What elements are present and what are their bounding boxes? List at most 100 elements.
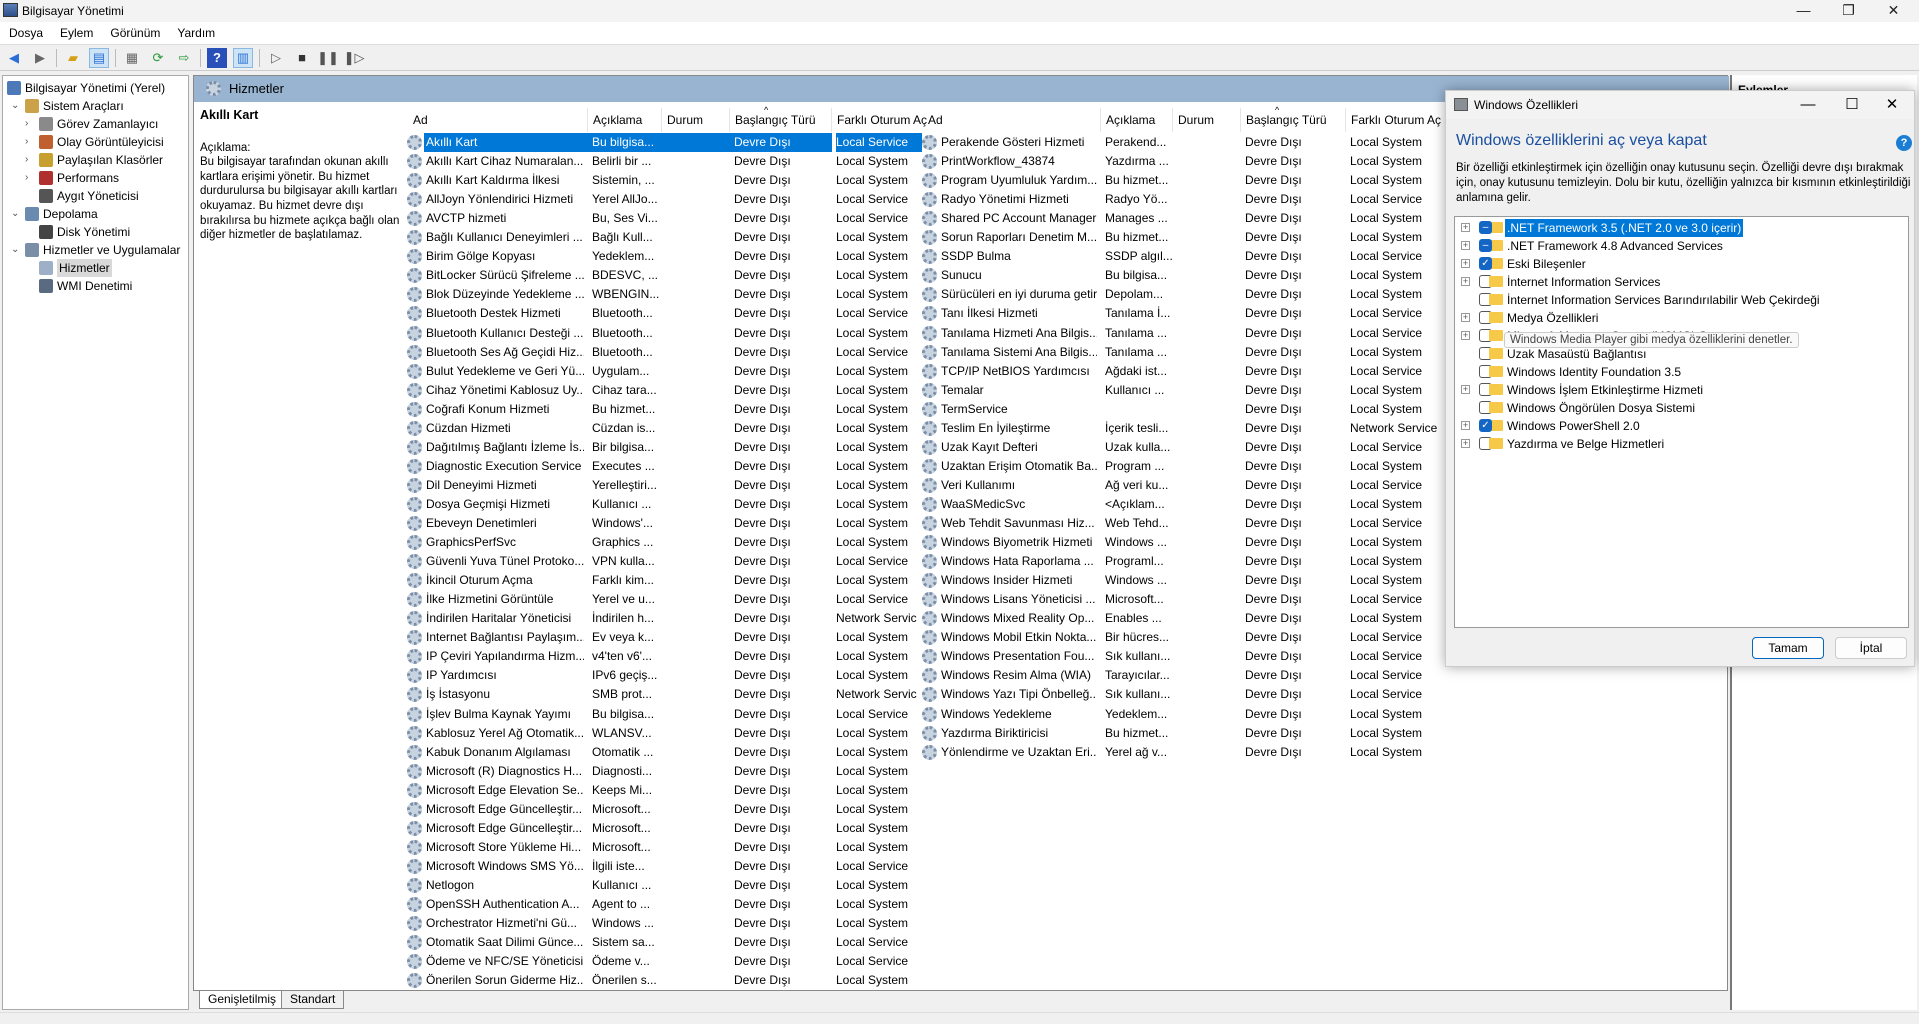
- service-row[interactable]: Netlogon Kullanıcı ... Devre Dışı Local Sys…: [406, 876, 908, 895]
- minimize-button[interactable]: —: [1781, 0, 1826, 22]
- service-row[interactable]: Bluetooth Kullanıcı Desteği ... Bluetooth…: [406, 324, 908, 343]
- service-row[interactable]: Sunucu Bu bilgisa... Devre Dışı Local Syste…: [921, 266, 1422, 285]
- column-header[interactable]: Açıklama: [593, 112, 642, 132]
- properties-icon[interactable]: ▦: [122, 48, 142, 68]
- stop-service-icon[interactable]: ■: [292, 48, 312, 68]
- column-header[interactable]: Durum: [667, 112, 703, 132]
- expand-plus-icon[interactable]: +: [1461, 421, 1470, 430]
- tree-item[interactable]: › Görev Zamanlayıcı: [25, 115, 158, 133]
- service-row[interactable]: Windows Yedekleme Yedeklem... Devre Dışı Lo…: [921, 705, 1422, 724]
- service-row[interactable]: Windows Biyometrik Hizmeti Windows ... Dev…: [921, 533, 1422, 552]
- service-row[interactable]: Yazdırma Biriktiricisi Bu hizmet... Devre …: [921, 724, 1422, 743]
- service-row[interactable]: AllJoyn Yönlendirici Hizmeti Yerel AllJo.…: [406, 190, 908, 209]
- expand-plus-icon[interactable]: +: [1461, 313, 1470, 322]
- service-row[interactable]: Program Uyumluluk Yardım... Bu hizmet... D…: [921, 171, 1422, 190]
- tree-item[interactable]: WMI Denetimi: [25, 277, 132, 295]
- column-header[interactable]: Durum: [1178, 112, 1214, 132]
- service-row[interactable]: Akıllı Kart Kaldırma İlkesi Sistemin, ...…: [406, 171, 908, 190]
- expand-plus-icon[interactable]: +: [1461, 439, 1470, 448]
- feature-checkbox[interactable]: –: [1479, 221, 1492, 234]
- menu-gorunum[interactable]: Görünüm: [110, 26, 160, 40]
- service-row[interactable]: Coğrafi Konum Hizmeti Bu hizmet... Devre D…: [406, 400, 908, 419]
- service-row[interactable]: Cihaz Yönetimi Kablosuz Uy... Cihaz tara.…: [406, 381, 908, 400]
- up-folder-icon[interactable]: ▰: [63, 48, 83, 68]
- close-button[interactable]: ✕: [1871, 0, 1916, 22]
- column-header[interactable]: Açıklama: [1106, 112, 1155, 132]
- show-action-pane-icon[interactable]: ▥: [233, 47, 253, 68]
- service-row[interactable]: SSDP Bulma SSDP algıl... Devre Dışı Local S…: [921, 247, 1422, 266]
- service-row[interactable]: Diagnostic Execution Service Executes ...…: [406, 457, 908, 476]
- column-separator[interactable]: [1100, 108, 1101, 132]
- service-row[interactable]: Microsoft Edge Güncelleştir... Microsoft.…: [406, 819, 908, 838]
- service-row[interactable]: Windows Hata Raporlama ... Programl... Dev…: [921, 552, 1422, 571]
- chevron-down-icon[interactable]: ⌄: [11, 97, 21, 115]
- service-row[interactable]: Ebeveyn Denetimleri Windows'... Devre Dışı…: [406, 514, 908, 533]
- feature-item[interactable]: + İnternet Information Services: [1455, 273, 1905, 291]
- service-row[interactable]: Windows Lisans Yöneticisi ... Microsoft..…: [921, 590, 1422, 609]
- chevron-down-icon[interactable]: ⌄: [11, 241, 21, 259]
- service-row[interactable]: Sorun Raporları Denetim M... Bu hizmet...…: [921, 228, 1422, 247]
- service-row[interactable]: Bağlı Kullanıcı Deneyimleri ... Bağlı Kul…: [406, 228, 908, 247]
- feature-checkbox[interactable]: ✓: [1479, 419, 1492, 432]
- service-row[interactable]: Kabuk Donanım Algılaması Otomatik ... Devr…: [406, 743, 908, 762]
- help-icon[interactable]: ?: [1896, 135, 1912, 151]
- service-row[interactable]: Ödeme ve NFC/SE Yöneticisi Ödeme v... Devr…: [406, 952, 908, 971]
- service-row[interactable]: Tanı İlkesi Hizmeti Tanılama İ... Devre Dı…: [921, 304, 1422, 323]
- service-row[interactable]: Güvenli Yuva Tünel Protoko... VPN kulla..…: [406, 552, 908, 571]
- service-row[interactable]: Veri Kullanımı Ağ veri ku... Devre Dışı Loc…: [921, 476, 1422, 495]
- service-row[interactable]: Akıllı Kart Cihaz Numaralan... Belirli bi…: [406, 152, 908, 171]
- service-row[interactable]: Internet Bağlantısı Paylaşım... Ev veya k…: [406, 628, 908, 647]
- chevron-right-icon[interactable]: ›: [25, 133, 35, 151]
- dialog-minimize-button[interactable]: —: [1788, 93, 1828, 117]
- service-row[interactable]: Windows Mobil Etkin Nokta... Bir hücres..…: [921, 628, 1422, 647]
- tree-item[interactable]: › Performans: [25, 169, 119, 187]
- service-row[interactable]: Tanılama Hizmeti Ana Bilgis... Tanılama .…: [921, 324, 1422, 343]
- back-icon[interactable]: ◀: [4, 48, 24, 68]
- feature-item[interactable]: + – .NET Framework 3.5 (.NET 2.0 ve 3.0 iç…: [1455, 219, 1905, 237]
- service-row[interactable]: Radyo Yönetimi Hizmeti Radyo Yö... Devre D…: [921, 190, 1422, 209]
- menu-dosya[interactable]: Dosya: [9, 26, 43, 40]
- resume-service-icon[interactable]: ❚▷: [344, 48, 365, 68]
- service-row[interactable]: BitLocker Sürücü Şifreleme ... BDESVC, ..…: [406, 266, 908, 285]
- pause-service-icon[interactable]: ❚❚: [317, 48, 339, 68]
- column-separator[interactable]: [1345, 108, 1346, 132]
- service-row[interactable]: Microsoft Edge Güncelleştir... Microsoft.…: [406, 800, 908, 819]
- expand-plus-icon[interactable]: +: [1461, 259, 1470, 268]
- feature-item[interactable]: İnternet Information Services Barındırıl…: [1455, 291, 1905, 309]
- service-row[interactable]: Cüzdan Hizmeti Cüzdan is... Devre Dışı Loca…: [406, 419, 908, 438]
- column-header[interactable]: Ad: [928, 112, 943, 132]
- chevron-down-icon[interactable]: ⌄: [11, 205, 21, 223]
- service-row[interactable]: PrintWorkflow_43874 Yazdırma ... Devre Dış…: [921, 152, 1422, 171]
- tree-item[interactable]: › Paylaşılan Klasörler: [25, 151, 163, 169]
- service-row[interactable]: AVCTP hizmeti Bu, Ses Vi... Devre Dışı Loca…: [406, 209, 908, 228]
- service-row[interactable]: Kablosuz Yerel Ağ Otomatik... WLANSV... De…: [406, 724, 908, 743]
- service-row[interactable]: Microsoft Windows SMS Yö... İlgili iste..…: [406, 857, 908, 876]
- service-row[interactable]: Dil Deneyimi Hizmeti Yerelleştiri... Devre…: [406, 476, 908, 495]
- service-row[interactable]: İkincil Oturum Açma Farklı kim... Devre Dı…: [406, 571, 908, 590]
- service-row[interactable]: Windows Insider Hizmeti Windows ... Devre …: [921, 571, 1422, 590]
- menu-yardim[interactable]: Yardım: [177, 26, 215, 40]
- service-row[interactable]: Dağıtılmış Bağlantı İzleme İs... Bir bilg…: [406, 438, 908, 457]
- cancel-button[interactable]: İptal: [1835, 637, 1907, 659]
- service-row[interactable]: Microsoft Store Yükleme Hi... Microsoft..…: [406, 838, 908, 857]
- feature-checkbox[interactable]: ✓: [1479, 257, 1492, 270]
- tab-standard[interactable]: Standart: [281, 991, 345, 1009]
- service-row[interactable]: Uzaktan Erişim Otomatik Ba... Program ...…: [921, 457, 1422, 476]
- service-row[interactable]: Web Tehdit Savunması Hiz... Web Tehd... De…: [921, 514, 1422, 533]
- column-header[interactable]: Farklı Oturum Aç: [1351, 112, 1441, 132]
- column-header[interactable]: Farklı Oturum Aç: [837, 112, 927, 132]
- expand-plus-icon[interactable]: +: [1461, 385, 1470, 394]
- service-row[interactable]: Uzak Kayıt Defteri Uzak kulla... Devre Dış…: [921, 438, 1422, 457]
- service-row[interactable]: Temalar Kullanıcı ... Devre Dışı Local Syst…: [921, 381, 1422, 400]
- restore-button[interactable]: ❐: [1826, 0, 1871, 22]
- column-separator[interactable]: [831, 108, 832, 132]
- column-header[interactable]: Başlangıç Türü: [735, 112, 816, 132]
- ok-button[interactable]: Tamam: [1752, 637, 1824, 659]
- column-header[interactable]: Ad: [413, 112, 428, 132]
- service-row[interactable]: IP Çeviri Yapılandırma Hizm... v4'ten v6'…: [406, 647, 908, 666]
- service-row[interactable]: WaaSMedicSvc <Açıklam... Devre Dışı Local S…: [921, 495, 1422, 514]
- help-icon[interactable]: ?: [207, 47, 227, 68]
- service-row[interactable]: İşlev Bulma Kaynak Yayımı Bu bilgisa... De…: [406, 705, 908, 724]
- tree-item[interactable]: ⌄ Hizmetler ve Uygulamalar: [11, 241, 180, 259]
- service-row[interactable]: Yönlendirme ve Uzaktan Eri... Yerel ağ v.…: [921, 743, 1422, 762]
